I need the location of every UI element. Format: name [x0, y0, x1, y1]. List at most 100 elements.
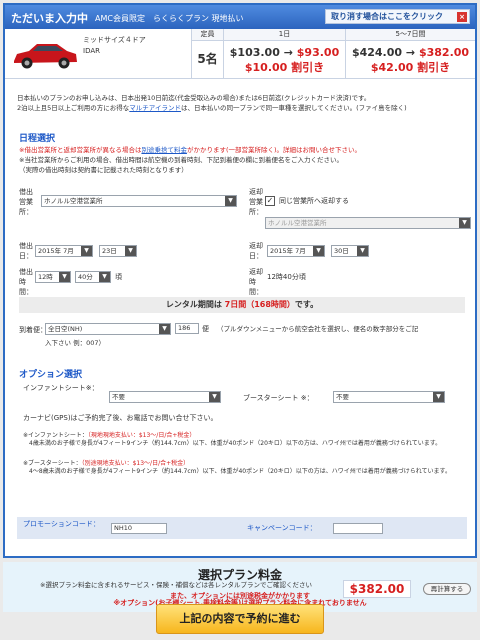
schedule-title: 日程選択: [19, 134, 56, 144]
pickup-minute-select[interactable]: 40分 ▼: [75, 271, 111, 283]
capacity-header: 定員: [192, 29, 223, 41]
campaign-code-label: キャンペーンコード：: [247, 524, 317, 532]
promo-code-input[interactable]: NH10: [111, 523, 167, 534]
pickup-day-value: 23日: [102, 247, 117, 255]
return-day-select[interactable]: 30日 ▼: [331, 245, 369, 257]
chevron-down-icon: ▼: [99, 272, 110, 282]
flight-number-input[interactable]: 186: [175, 323, 199, 334]
period-value: 7日間（168時間）: [224, 300, 295, 309]
payment-notes: 日本払いのプランのお申し込みは、日本出発10日前迄(代金受取込みの場合)または6…: [17, 93, 407, 113]
promo-section: プロモーションコード： NH10 キャンペーンコード：: [17, 517, 467, 539]
day-price-new: $93.00: [296, 46, 340, 59]
car-summary: ミッドサイズ４ドア IDAR 定員 5名 1日 $103.00 → $93.00…: [5, 29, 475, 79]
booster-seat-select[interactable]: 不要 ▼: [333, 391, 445, 403]
booster-note-body: 4～8歳未満のお子様で身長が4フィート9インチ（約144.7cm）以下、体重が4…: [29, 468, 451, 475]
car-name: ミッドサイズ４ドア: [83, 36, 146, 44]
period-suffix: です。: [294, 300, 319, 309]
return-time-label: 返却時間：: [249, 268, 263, 296]
week-price-new: $382.00: [418, 46, 470, 59]
airline-select[interactable]: 全日空(NH) ▼: [45, 323, 171, 335]
chevron-down-icon: ▼: [81, 246, 92, 256]
booking-form-panel: ただいま入力中 AMC会員限定 らくらくプラン 現地払い 取り消す場合はここをク…: [3, 3, 477, 558]
capacity-cell: 定員 5名: [191, 29, 223, 79]
header-bar: ただいま入力中 AMC会員限定 らくらくプラン 現地払い 取り消す場合はここをク…: [5, 5, 475, 29]
airline-value: 全日空(NH): [48, 325, 83, 333]
pickup-hour-select[interactable]: 12時 ▼: [35, 271, 71, 283]
chevron-down-icon: ▼: [209, 392, 220, 402]
car-name-block: ミッドサイズ４ドア IDAR: [83, 35, 146, 57]
period-label: レンタル期間は: [165, 300, 222, 309]
flight-info-note: ※当社営業所からご利用の場合、借出時間は航空機の到着時刻、下記到着便の欄に到着便…: [19, 156, 343, 164]
pickup-month-select[interactable]: 2015年 7月 ▼: [35, 245, 93, 257]
infant-note-body: 4歳未満のお子様で身長が4フィート9インチ（約144.7cm）以下、体重が40ポ…: [29, 440, 442, 447]
dropoff-fee-link[interactable]: 別途乗捨て料金: [141, 146, 187, 154]
flight-suffix: 便: [202, 325, 209, 333]
arrow-icon: →: [405, 46, 416, 59]
campaign-code-input[interactable]: [333, 523, 383, 534]
infant-seat-label: インファントシート※：: [23, 384, 99, 392]
arrow-icon: →: [283, 46, 293, 59]
cancel-label: 取り消す場合はここをクリック: [331, 12, 443, 21]
car-image: [14, 44, 77, 69]
pickup-office-select[interactable]: ホノルル空港営業所 ▼: [41, 195, 237, 207]
week-price-cell: 5～7日間 $424.00 → $382.00 $42.00 割引き: [345, 29, 475, 79]
pickup-office-label: 借出営業所：: [19, 188, 33, 216]
car-code: IDAR: [83, 47, 100, 55]
same-office-checkbox[interactable]: ✓: [265, 196, 275, 206]
gps-note: カーナビ(GPS)はご予約完了後、お電話でお問い合せ下さい。: [23, 414, 218, 422]
plan-name: AMC会員限定 らくらくプラン 現地払い: [95, 14, 244, 23]
promo-code-label: プロモーションコード：: [23, 520, 100, 528]
close-icon[interactable]: ×: [457, 12, 467, 22]
options-title: オプション選択: [19, 370, 83, 380]
day-discount: $10.00 割引き: [244, 61, 325, 74]
multi-island-link[interactable]: マルチアイランド: [129, 104, 181, 112]
dropoff-warning: ※借出営業所と返却営業所が異なる場合は別途乗捨て料金がかかります(一部営業所除く…: [19, 145, 361, 155]
infant-note-title: ※インファントシート：: [23, 432, 88, 439]
note-line-2-pre: 2泊以上且5日以上ご利用の方にお得な: [17, 104, 130, 112]
pickup-hour-value: 12時: [38, 273, 53, 281]
booster-seat-label: ブースターシート ※：: [243, 394, 314, 402]
pickup-time-note: （実際の借出時刻は契約書に記載された時刻となります）: [19, 166, 188, 174]
chevron-down-icon: ▼: [225, 196, 236, 206]
note-line-2-post: は、日本払いの同一プランで同一車種を選択してください。(ファイ島を除く): [180, 104, 407, 112]
chevron-down-icon: ▼: [313, 246, 324, 256]
same-office-label: 同じ営業所へ返却する: [279, 197, 349, 205]
flight-label: 到着便：: [19, 326, 47, 334]
return-day-value: 30日: [334, 247, 349, 255]
chevron-down-icon: ▼: [459, 218, 470, 228]
chevron-down-icon: ▼: [357, 246, 368, 256]
cancel-button[interactable]: 取り消す場合はここをクリック ×: [325, 9, 470, 24]
day-price-cell: 1日 $103.00 → $93.00 $10.00 割引き: [223, 29, 345, 79]
week-price-old: $424.00: [351, 46, 403, 59]
booster-seat-value: 不要: [336, 393, 349, 401]
week-price-header: 5～7日間: [346, 29, 475, 41]
infant-seat-select[interactable]: 不要 ▼: [109, 391, 221, 403]
return-time-value: 12時40分頃: [267, 273, 306, 281]
warn-post: がかかります(一部営業所除く)。詳細はお問い合せ下さい。: [186, 146, 362, 154]
week-discount: $42.00 割引き: [370, 61, 451, 74]
proceed-to-booking-button[interactable]: 上記の内容で予約に進む: [156, 604, 324, 634]
infant-note-price: （現地現地支払い：$13～/日/合+税金）: [87, 432, 196, 439]
chevron-down-icon: ▼: [159, 324, 170, 334]
pickup-office-value: ホノルル空港営業所: [44, 197, 103, 205]
return-office-select[interactable]: ホノルル空港営業所 ▼: [265, 217, 471, 229]
booster-note-title: ※ブースターシート：: [23, 460, 82, 467]
day-price-header: 1日: [224, 29, 345, 41]
note-line-1: 日本払いのプランのお申し込みは、日本出発10日前迄(代金受取込みの場合)または6…: [17, 94, 371, 102]
pickup-minute-value: 40分: [78, 273, 93, 281]
warn-pre: ※借出営業所と返却営業所が異なる場合は: [19, 146, 142, 154]
capacity-value: 5名: [197, 52, 218, 66]
pickup-day-select[interactable]: 23日 ▼: [99, 245, 137, 257]
day-price-old: $103.00: [229, 46, 280, 59]
return-date-label: 返却日：: [249, 242, 263, 260]
flight-example: 入下さい 例：007）: [45, 339, 105, 347]
summary-note: ※選択プラン料金に含まれるサービス・保険・補償などは各レンタルプランでご確認くだ…: [40, 581, 312, 589]
return-office-value: ホノルル空港営業所: [268, 219, 327, 227]
rental-period: レンタル期間は 7日間（168時間）です。: [19, 297, 465, 313]
chevron-down-icon: ▼: [125, 246, 136, 256]
infant-seat-value: 不要: [112, 393, 125, 401]
header-title: ただいま入力中: [11, 12, 88, 25]
chevron-down-icon: ▼: [433, 392, 444, 402]
return-month-value: 2015年 7月: [270, 247, 306, 255]
return-month-select[interactable]: 2015年 7月 ▼: [267, 245, 325, 257]
